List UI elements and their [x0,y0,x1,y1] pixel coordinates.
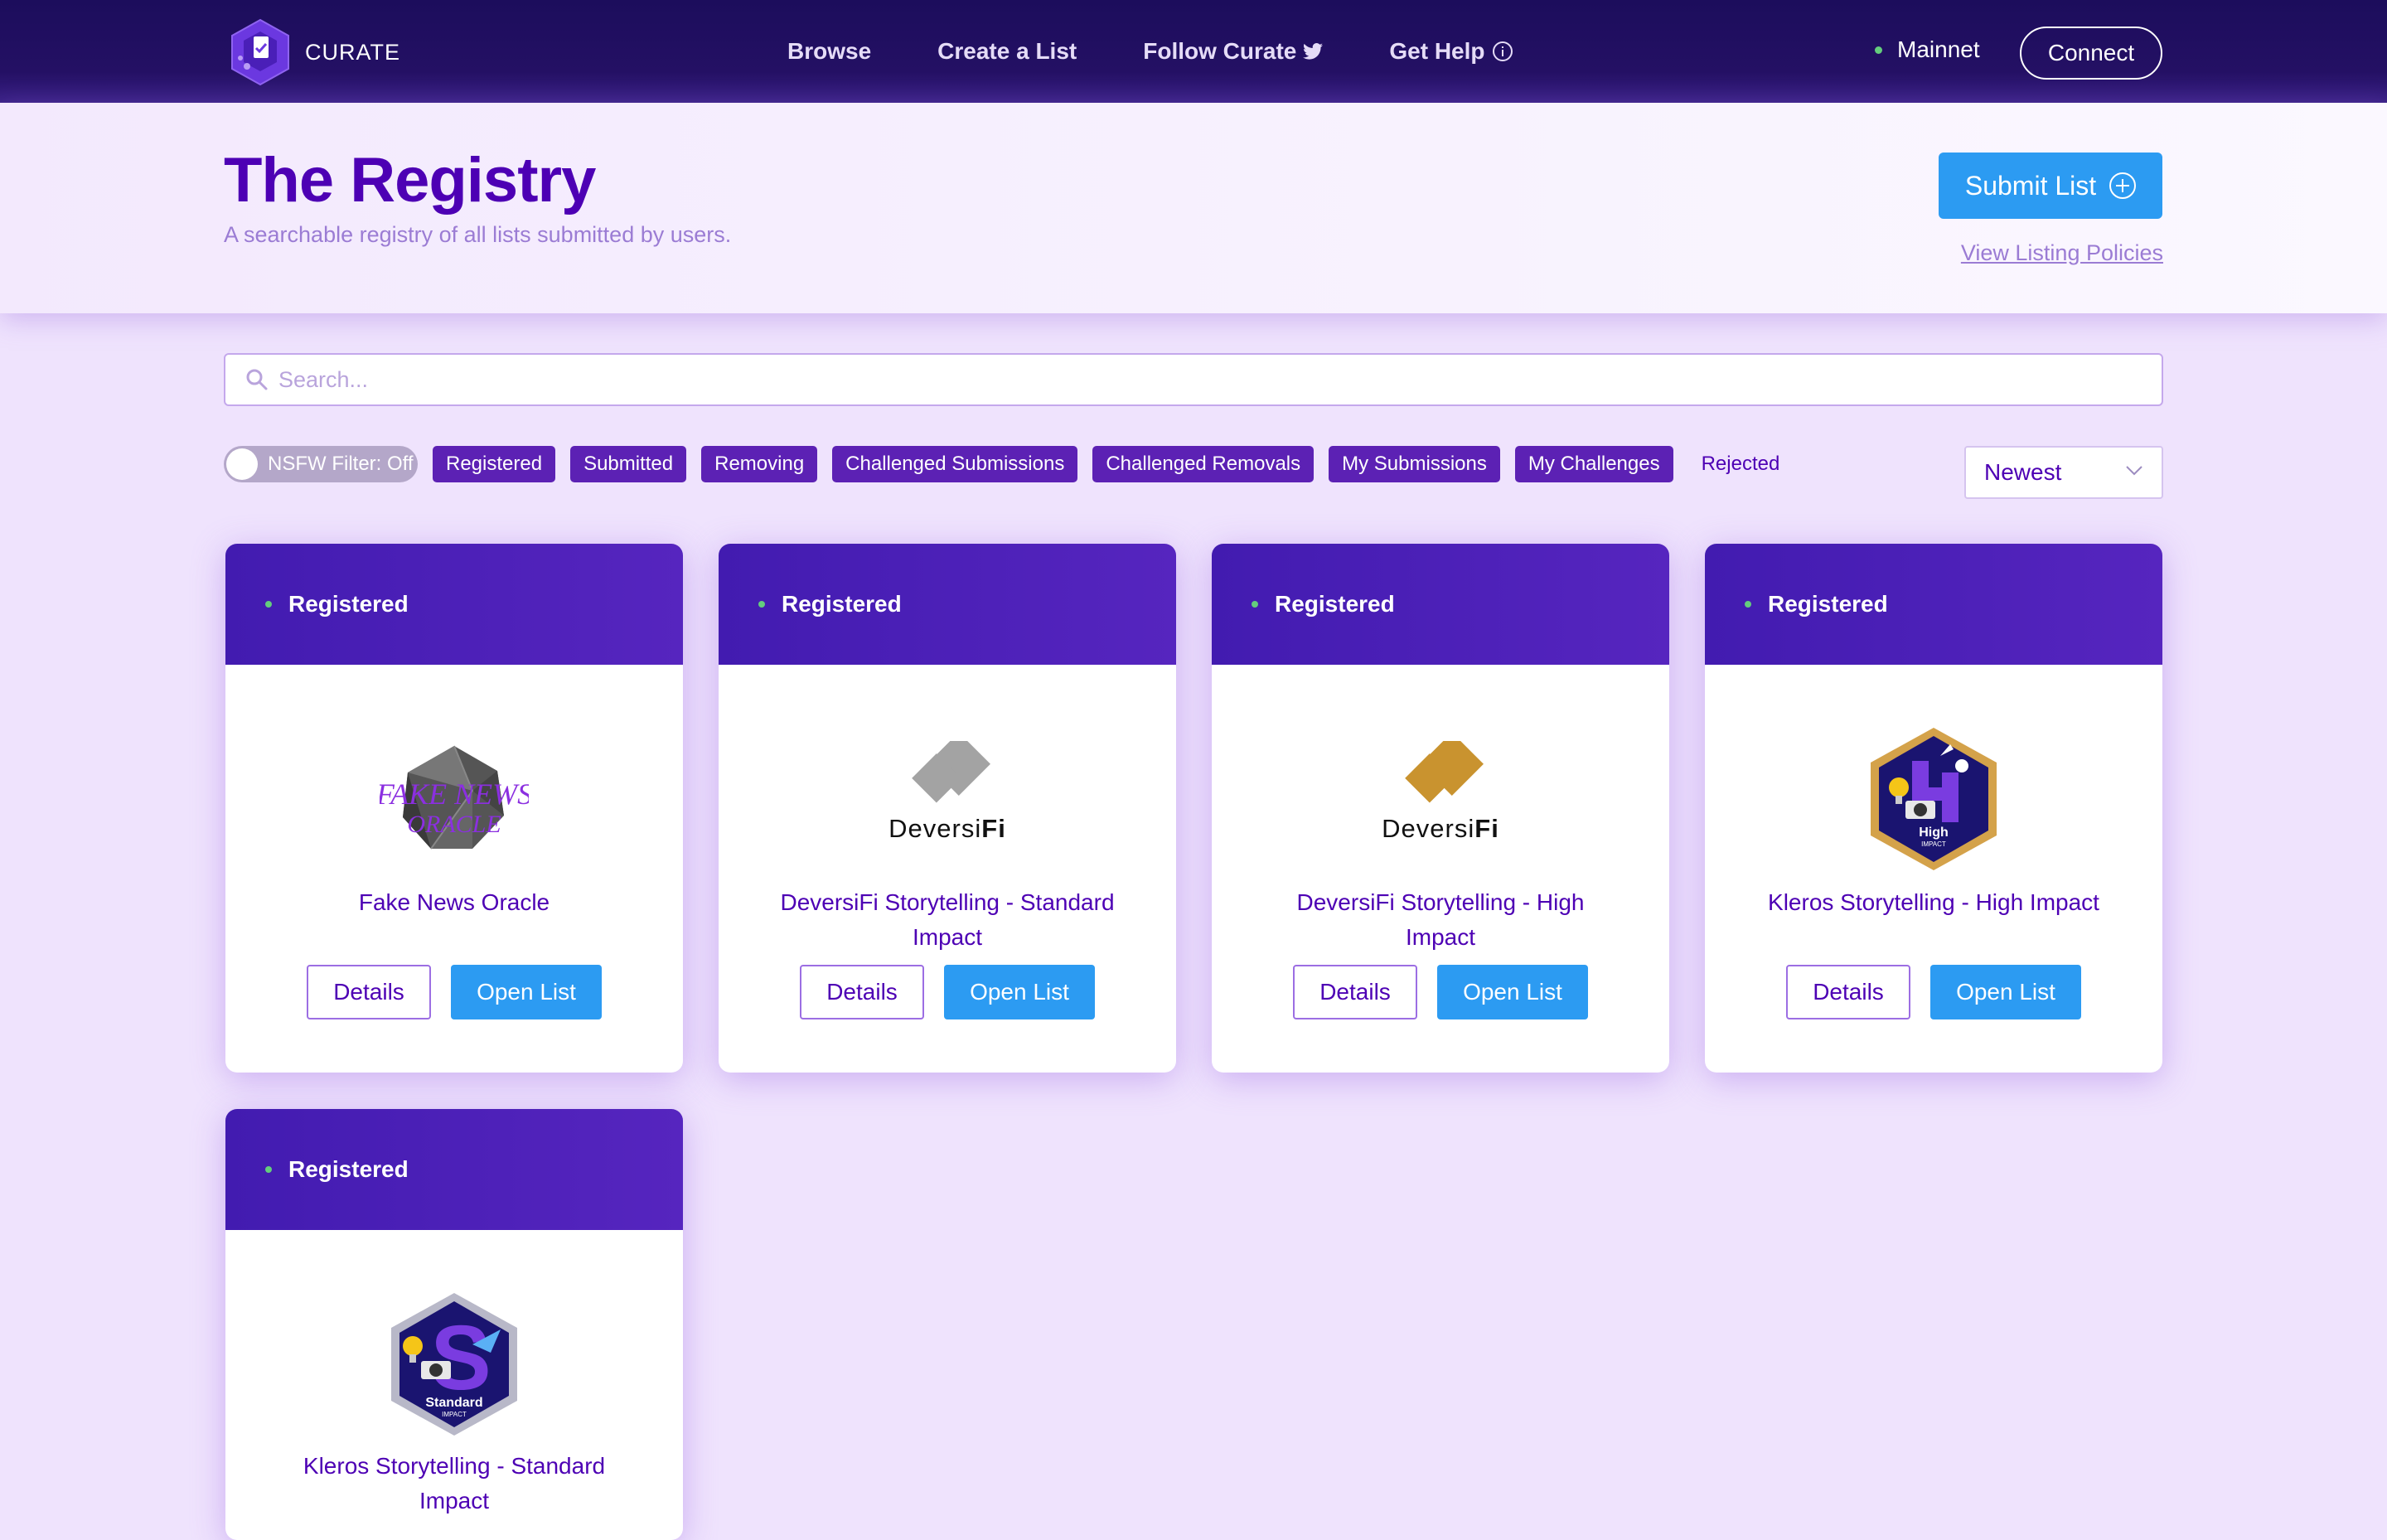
search-icon [245,368,269,391]
filter-chip-rejected[interactable]: Rejected [1688,446,1794,482]
details-button[interactable]: Details [1786,965,1910,1019]
brand[interactable]: CURATE [229,18,400,86]
sort-select[interactable]: Newest [1964,446,2163,499]
submit-list-button[interactable]: Submit List [1939,153,2162,219]
deversifi-wordmark: DeversiFi [888,814,1006,843]
top-navbar: CURATE Browse Create a List Follow Curat… [0,0,2387,103]
card-actions: Details Open List [225,965,683,1019]
list-card: Registered DeversiFi DeversiFi Storytell… [1212,544,1669,1073]
badge-sublabel: IMPACT [1921,840,1946,848]
deversifi-grey-logo-icon: DeversiFi [873,724,1022,874]
search-bar [224,353,2163,406]
filter-chip-registered[interactable]: Registered [433,446,556,482]
filter-chip-removing[interactable]: Removing [701,446,818,482]
status-dot [265,601,272,608]
svg-text:FAKE NEWS: FAKE NEWS [380,777,529,811]
svg-text:ORACLE: ORACLE [407,811,501,838]
info-icon [1492,41,1513,62]
nav-follow-curate[interactable]: Follow Curate [1143,38,1324,65]
filter-chip-challenged-submissions[interactable]: Challenged Submissions [832,446,1078,482]
brand-name: CURATE [305,39,401,65]
open-list-button[interactable]: Open List [1930,965,2081,1019]
status-dot [1252,601,1258,608]
open-list-button[interactable]: Open List [451,965,602,1019]
nav-create-list[interactable]: Create a List [937,38,1077,65]
deversifi-wordmark: DeversiFi [1382,814,1499,843]
card-title: Kleros Storytelling - Standard Impact [303,1453,606,1513]
list-card: Registered S Standard IMPACT Kleros Stor… [225,1109,683,1540]
card-status: Registered [782,591,902,617]
card-header: Registered [225,544,683,665]
search-input[interactable] [278,366,2102,393]
fake-news-oracle-logo-icon: FAKE NEWS ORACLE [380,724,529,874]
view-listing-policies-link[interactable]: View Listing Policies [1951,240,2163,266]
badge-label: High [1919,826,1949,840]
card-header: Registered [719,544,1176,665]
filter-chip-submitted[interactable]: Submitted [570,446,687,482]
badge-sublabel: IMPACT [442,1411,467,1418]
open-list-button[interactable]: Open List [1437,965,1588,1019]
details-button[interactable]: Details [1293,965,1417,1019]
nav-browse[interactable]: Browse [787,38,871,65]
card-header: Registered [1705,544,2162,665]
list-card: Registered DeversiFi DeversiFi Storytell… [719,544,1176,1073]
card-title: DeversiFi Storytelling - High Impact [1296,889,1585,950]
status-dot [265,1166,272,1173]
kleros-high-impact-badge-icon: High IMPACT [1859,724,2008,874]
network-indicator: Mainnet [1875,36,1980,63]
nav-create-list-label: Create a List [937,38,1077,64]
toggle-knob [226,448,258,480]
card-status: Registered [288,591,409,617]
card-title: Kleros Storytelling - High Impact [1768,889,2099,915]
filter-chip-my-submissions[interactable]: My Submissions [1329,446,1500,482]
connect-button[interactable]: Connect [2020,27,2162,80]
details-button[interactable]: Details [800,965,924,1019]
card-status: Registered [1768,591,1888,617]
list-card: Registered High IMPACT Kleros Storytelli… [1705,544,2162,1073]
card-header: Registered [1212,544,1669,665]
twitter-icon [1303,43,1324,60]
nav-get-help[interactable]: Get Help [1389,38,1513,65]
page-subtitle: A searchable registry of all lists submi… [224,222,732,247]
status-dot [758,601,765,608]
main-nav: Browse Create a List Follow Curate Get H… [787,0,1580,103]
kleros-standard-impact-badge-icon: S Standard IMPACT [380,1290,529,1439]
card-actions: Details Open List [1212,965,1669,1019]
card-status: Registered [288,1156,409,1182]
card-header: Registered [225,1109,683,1230]
svg-text:S: S [430,1307,491,1409]
curate-logo-icon [231,18,289,86]
page-header: The Registry A searchable registry of al… [0,103,2387,313]
card-title: DeversiFi Storytelling - Standard Impact [780,889,1115,950]
nav-follow-curate-label: Follow Curate [1143,38,1297,64]
filter-chip-challenged-removals[interactable]: Challenged Removals [1092,446,1315,482]
network-status-dot [1875,46,1882,54]
submit-list-label: Submit List [1964,170,2097,201]
filter-chip-my-challenges[interactable]: My Challenges [1514,446,1673,482]
sort-value: Newest [1984,459,2062,485]
card-title: Fake News Oracle [358,889,550,915]
nav-browse-label: Browse [787,38,872,64]
nav-get-help-label: Get Help [1389,38,1485,64]
details-button[interactable]: Details [307,965,431,1019]
status-dot [1745,601,1751,608]
plus-circle-icon [2109,172,2137,199]
badge-label: Standard [425,1396,483,1410]
card-status: Registered [1275,591,1395,617]
filter-bar: NSFW Filter: Off Registered Submitted Re… [224,446,1808,482]
open-list-button[interactable]: Open List [944,965,1095,1019]
page-title: The Registry [224,145,596,216]
card-actions: Details Open List [719,965,1176,1019]
nsfw-filter-label: NSFW Filter: Off [268,453,414,475]
deversifi-gold-logo-icon: DeversiFi [1366,724,1515,874]
card-actions: Details Open List [1705,965,2162,1019]
network-name: Mainnet [1897,36,1980,62]
chevron-down-icon [2125,465,2143,481]
nsfw-filter-toggle[interactable]: NSFW Filter: Off [224,446,418,482]
list-card: Registered FAKE NEWS ORACLE Fake News Or… [225,544,683,1073]
